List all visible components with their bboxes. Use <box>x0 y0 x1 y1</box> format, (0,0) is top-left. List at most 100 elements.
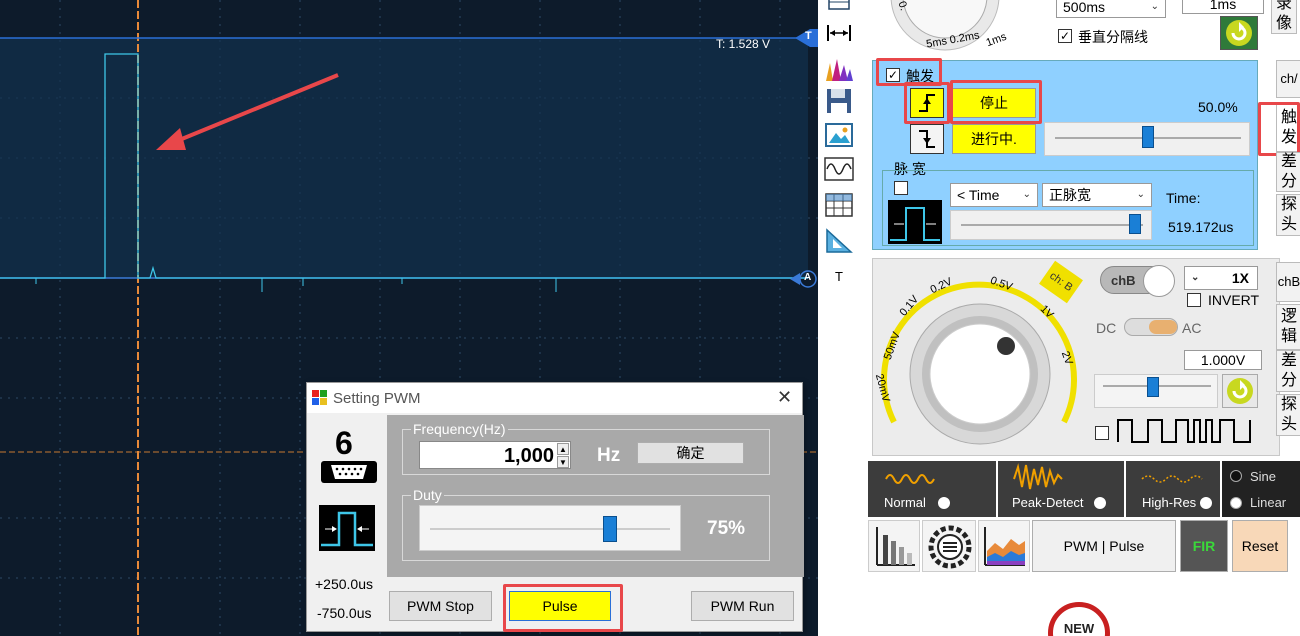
frequency-input[interactable]: 1,000 ▲ ▼ <box>419 441 571 469</box>
trigger-level-label: T: 1.528 V <box>716 37 771 51</box>
peak-wave-icon <box>1013 463 1063 490</box>
pulse-time-thumb[interactable] <box>1129 214 1141 234</box>
duty-value: 75% <box>707 518 746 539</box>
pwm-stop-label: PWM Stop <box>407 598 474 614</box>
logic-checkbox[interactable] <box>1095 426 1109 440</box>
new-badge[interactable]: NEW <box>1048 602 1110 636</box>
tab-diff-b[interactable]: 差 分 <box>1276 350 1300 392</box>
peak-radio[interactable] <box>1094 497 1106 509</box>
sine-radio[interactable] <box>1230 470 1242 482</box>
sine-label: Sine <box>1250 469 1277 484</box>
tab-logic-label: 逻 辑 <box>1280 308 1297 345</box>
spectrum-icon[interactable] <box>823 54 855 84</box>
wave-icon[interactable] <box>823 154 855 184</box>
stop-highlight <box>950 80 1042 124</box>
polarity-select[interactable]: 正脉宽 ⌄ <box>1042 183 1152 207</box>
mode-normal-label: Normal <box>884 495 926 510</box>
frequency-group-label: Frequency(Hz) <box>411 421 508 437</box>
vertical-sep-label: 垂直分隔线 <box>1078 29 1148 45</box>
offset-thumb[interactable] <box>1147 377 1159 397</box>
bar-chart-button[interactable] <box>868 520 920 572</box>
running-label: 进行中. <box>971 131 1017 147</box>
fir-button[interactable]: FIR <box>1180 520 1228 572</box>
pwm-pulse-label: PWM | Pulse <box>1063 538 1145 554</box>
duty-thumb[interactable] <box>603 516 617 542</box>
stepper-up-icon[interactable]: ▲ <box>557 443 569 455</box>
dc-label: DC <box>1096 320 1117 336</box>
pwm-run-button[interactable]: PWM Run <box>691 591 794 621</box>
measure-icon[interactable] <box>823 18 855 48</box>
mode-high-res[interactable]: High-Res <box>1126 461 1220 517</box>
minus-time: -750.0us <box>317 605 372 621</box>
channel-tag-label: ch: B <box>1047 269 1075 295</box>
refresh-button[interactable] <box>1220 16 1258 50</box>
vertical-sep-checkbox[interactable]: ✓ <box>1058 29 1072 43</box>
offset-slider[interactable] <box>1094 374 1218 408</box>
image-icon[interactable] <box>823 120 855 150</box>
timebase-box-value: 1ms <box>1209 0 1237 12</box>
record-tab-label: 录 像 <box>1275 0 1292 32</box>
tab-ch-b-label: chB <box>1277 274 1300 289</box>
cursor-icon[interactable] <box>823 0 855 18</box>
setting-pwm-dialog: Setting PWM ✕ 6 +250.0us -750.0us Freque… <box>306 382 804 632</box>
timebase-select-value: 500ms <box>1063 0 1106 15</box>
linear-radio[interactable] <box>1230 497 1242 509</box>
tab-diff[interactable]: 差 分 <box>1276 152 1300 192</box>
pulse-time-slider[interactable] <box>950 210 1152 240</box>
settings-button[interactable] <box>922 520 976 572</box>
refresh-icon <box>1226 20 1252 46</box>
ruler-icon[interactable] <box>823 226 855 256</box>
save-icon[interactable] <box>823 86 855 116</box>
duty-slider[interactable] <box>419 505 681 551</box>
trigger-marker[interactable]: T <box>805 30 812 42</box>
falling-edge-button[interactable] <box>910 124 944 154</box>
grid-icon[interactable] <box>823 190 855 220</box>
mode-peak-label: Peak-Detect <box>1012 495 1084 510</box>
tab-trigger-highlight <box>1258 102 1300 156</box>
record-tab[interactable]: 录 像 <box>1271 0 1297 34</box>
volt-box-value: 1.000V <box>1200 352 1246 368</box>
tab-ch-b[interactable]: chB <box>1276 262 1300 302</box>
text-tool[interactable]: T <box>823 261 855 291</box>
highres-radio[interactable] <box>1200 497 1212 509</box>
new-badge-label: NEW <box>1063 621 1095 636</box>
control-panel: 0. 5ms 0.2ms 1ms 500ms ⌄ 1ms ✓ 垂直分隔线 录 像 … <box>860 0 1300 636</box>
highres-wave-icon <box>1141 475 1203 483</box>
chevron-down-icon: ⌄ <box>1022 188 1031 200</box>
close-icon[interactable]: ✕ <box>777 387 792 408</box>
duty-group-label: Duty <box>411 487 444 503</box>
normal-wave-icon <box>885 474 935 484</box>
volt-box[interactable]: 1.000V <box>1184 350 1262 370</box>
normal-radio[interactable] <box>938 497 950 509</box>
channel-b-toggle[interactable]: chB <box>1100 265 1175 297</box>
tab-probe[interactable]: 探 头 <box>1276 194 1300 236</box>
timebase-select[interactable]: 500ms ⌄ <box>1056 0 1166 18</box>
zero-button[interactable] <box>1222 374 1258 408</box>
trigger-position-thumb[interactable] <box>1142 126 1154 148</box>
pwm-pulse-button[interactable]: PWM | Pulse <box>1032 520 1176 572</box>
area-chart-button[interactable] <box>978 520 1030 572</box>
pulse-width-checkbox[interactable] <box>894 181 908 195</box>
time-select[interactable]: < Time ⌄ <box>950 183 1038 207</box>
mode-normal[interactable]: Normal <box>868 461 996 517</box>
reset-button[interactable]: Reset <box>1232 520 1288 572</box>
plus-time: +250.0us <box>315 576 373 592</box>
coupling-toggle[interactable] <box>1124 318 1178 336</box>
app-window: T: 1.528 V T A T 0. 5ms 0.2ms 1ms 500ms … <box>0 0 1300 636</box>
chevron-down-icon: ⌄ <box>1191 271 1200 283</box>
tab-probe-b[interactable]: 探 头 <box>1276 394 1300 436</box>
toggle-knob <box>1143 265 1175 297</box>
channel-marker[interactable]: A <box>804 272 811 283</box>
pwm-stop-button[interactable]: PWM Stop <box>389 591 492 621</box>
mode-peak-detect[interactable]: Peak-Detect <box>998 461 1124 517</box>
tab-ch-a[interactable]: ch/ <box>1276 60 1300 98</box>
confirm-button[interactable]: 确定 <box>637 442 744 464</box>
stepper-down-icon[interactable]: ▼ <box>557 456 569 468</box>
trigger-position-slider[interactable] <box>1044 122 1250 156</box>
tab-logic[interactable]: 逻 辑 <box>1276 304 1300 350</box>
timebase-box[interactable]: 1ms <box>1182 0 1264 14</box>
rising-edge-highlight <box>904 82 950 124</box>
invert-checkbox[interactable] <box>1187 293 1201 307</box>
channel-number: 6 <box>335 425 353 461</box>
probe-select[interactable]: ⌄ 1X <box>1184 266 1258 290</box>
